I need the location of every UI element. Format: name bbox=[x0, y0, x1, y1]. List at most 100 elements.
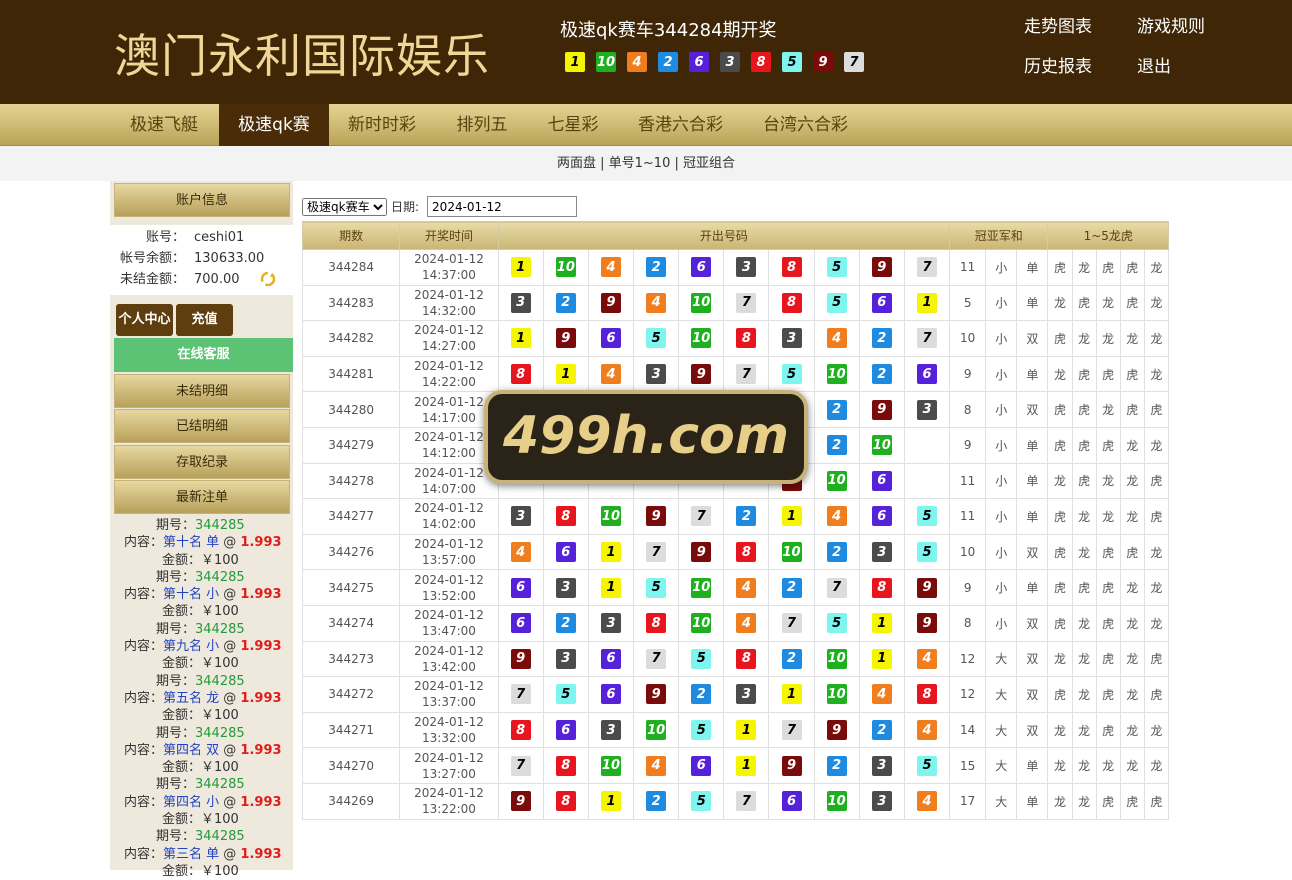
dragon-tiger-cell: 龙 bbox=[1095, 284, 1121, 322]
parity-cell: 双 bbox=[1016, 711, 1049, 749]
nav-tab-jisu-feiting[interactable]: 极速飞艇 bbox=[113, 104, 215, 146]
bet-amount-label: 金额： bbox=[162, 656, 202, 672]
number-ball: 10 bbox=[600, 755, 621, 776]
number-ball: 5 bbox=[646, 577, 667, 598]
dragon-tiger-cell: 虎 bbox=[1071, 426, 1097, 464]
number-ball: 6 bbox=[600, 328, 621, 349]
number-ball: 5 bbox=[691, 791, 712, 812]
logout-link[interactable]: 退出 bbox=[1137, 52, 1171, 77]
draw-time: 2024-01-12 13:47:00 bbox=[400, 607, 497, 639]
ball-cell: 3 bbox=[633, 355, 680, 393]
draw-time: 2024-01-12 14:32:00 bbox=[400, 287, 497, 319]
ball-cell: 2 bbox=[813, 391, 860, 428]
number-ball: 5 bbox=[782, 52, 802, 72]
dragon-tiger-cell: 虎 bbox=[1047, 426, 1073, 464]
number-ball: 1 bbox=[510, 328, 531, 349]
period-cell: 344271 bbox=[301, 711, 401, 749]
number-ball: 3 bbox=[555, 648, 576, 669]
recharge-button[interactable]: 充值 bbox=[176, 304, 233, 336]
ball-cell: 10 bbox=[678, 284, 725, 322]
sum-cell: 11 bbox=[949, 498, 987, 535]
ball-cell: 7 bbox=[633, 640, 680, 678]
settled-detail-button[interactable]: 已结明细 bbox=[114, 409, 290, 443]
number-ball: 2 bbox=[781, 648, 802, 669]
game-rules-link[interactable]: 游戏规则 bbox=[1137, 12, 1205, 37]
ball-cell: 4 bbox=[813, 498, 860, 535]
ball-cell: 8 bbox=[768, 284, 815, 322]
number-ball: 3 bbox=[871, 755, 892, 776]
nav-tab-jisu-qk[interactable]: 极速qk赛 bbox=[219, 104, 329, 146]
nav-tab-hk-liuhecai[interactable]: 香港六合彩 bbox=[623, 104, 738, 146]
size-cell: 大 bbox=[985, 711, 1018, 749]
size-cell: 小 bbox=[985, 249, 1018, 286]
bet-amount: ￥100 bbox=[201, 708, 239, 724]
ball-cell: 10 bbox=[587, 498, 635, 535]
bet-content-line: 内容：第四名 小 @ 1.993 bbox=[124, 794, 282, 810]
draw-clock: 13:52:00 bbox=[422, 588, 476, 603]
draw-date: 2024-01-12 bbox=[414, 786, 484, 801]
number-ball: 9 bbox=[555, 328, 576, 349]
bet-odds: 1.993 bbox=[240, 535, 282, 551]
bet-amount: ￥100 bbox=[201, 604, 239, 620]
unsettled-detail-button[interactable]: 未结明细 bbox=[114, 374, 290, 408]
ball-cell: 7 bbox=[497, 676, 544, 713]
number-ball: 10 bbox=[555, 257, 576, 278]
unsettled-value: 700.00 bbox=[194, 272, 240, 287]
sum-cell: 8 bbox=[949, 391, 987, 428]
number-ball: 7 bbox=[736, 292, 757, 313]
bet-amount-line: 金额：￥100 bbox=[110, 603, 293, 620]
ball-cell: 8 bbox=[723, 320, 770, 357]
number-ball: 2 bbox=[646, 257, 667, 278]
game-select[interactable]: 极速qk赛车 bbox=[302, 197, 387, 216]
refresh-icon[interactable] bbox=[260, 271, 276, 287]
table-row: 344283 2024-01-12 14:32:00 3 2 9 4 10 7 8 5 6 1 5 小单龙虎… bbox=[301, 284, 1170, 322]
parity-cell: 双 bbox=[1016, 640, 1049, 678]
draw-date: 2024-01-12 bbox=[414, 323, 484, 338]
history-report-link[interactable]: 历史报表 bbox=[1024, 52, 1092, 77]
number-ball: 1 bbox=[781, 506, 802, 527]
ball-cell: 8 bbox=[723, 533, 770, 571]
ball-cell: 7 bbox=[723, 284, 770, 322]
ball-cell: 5 bbox=[903, 533, 951, 571]
number-ball: 9 bbox=[917, 613, 938, 634]
nav-tab-qixingcai[interactable]: 七星彩 bbox=[533, 104, 613, 146]
number-ball: 6 bbox=[871, 292, 892, 313]
ball-cell: 1 bbox=[768, 676, 815, 713]
ball-cell: 1 bbox=[542, 355, 589, 393]
date-input[interactable] bbox=[427, 196, 578, 217]
parity-cell: 双 bbox=[1016, 320, 1049, 357]
draw-date: 2024-01-12 bbox=[414, 252, 484, 267]
online-service-button[interactable]: 在线客服 bbox=[114, 338, 293, 372]
bet-odds: 1.993 bbox=[240, 846, 282, 862]
bet-period-line: 期号：344285 bbox=[110, 828, 293, 845]
dragon-tiger-cell: 龙 bbox=[1119, 320, 1145, 357]
ball-cell: 5 bbox=[903, 747, 951, 784]
parity-cell: 双 bbox=[1016, 533, 1049, 571]
ball-cell: 10 bbox=[813, 676, 860, 713]
number-ball: 4 bbox=[646, 755, 667, 776]
ball-cell: 2 bbox=[723, 498, 770, 535]
dragon-tiger-cell: 虎 bbox=[1095, 676, 1121, 713]
ball-cell: 8 bbox=[858, 569, 905, 606]
personal-center-button[interactable]: 个人中心 bbox=[116, 304, 173, 336]
dragon-tiger-cell: 虎 bbox=[1071, 284, 1097, 322]
ball-cell: 10 bbox=[587, 747, 635, 784]
ball-cell: 5 bbox=[678, 782, 725, 820]
results-body: 344284 2024-01-12 14:37:00 1 10 4 2 6 3 8 5 9 7 11 小单虎… bbox=[301, 249, 1170, 820]
ball-cell bbox=[903, 426, 951, 464]
number-ball: 9 bbox=[600, 292, 621, 313]
number-ball: 6 bbox=[600, 648, 621, 669]
table-row: 344269 2024-01-12 13:22:00 9 8 1 2 5 7 6 10 3 4 17 大单龙… bbox=[301, 782, 1170, 820]
bet-period-label: 期号： bbox=[156, 725, 196, 741]
number-ball: 2 bbox=[555, 613, 576, 634]
nav-tab-tw-liuhecai[interactable]: 台湾六合彩 bbox=[748, 104, 863, 146]
sub-nav[interactable]: 两面盘 | 单号1~10 | 冠亚组合 bbox=[0, 146, 1292, 181]
trend-chart-link[interactable]: 走势图表 bbox=[1024, 12, 1092, 37]
ball-cell: 5 bbox=[678, 711, 725, 749]
bet-content-label: 内容： bbox=[124, 794, 164, 810]
number-ball: 5 bbox=[917, 542, 938, 563]
nav-tab-xin-shishicai[interactable]: 新时时彩 bbox=[333, 104, 431, 146]
nav-tab-pailie-wu[interactable]: 排列五 bbox=[441, 104, 523, 146]
deposit-records-button[interactable]: 存取纪录 bbox=[114, 445, 290, 479]
draw-date: 2024-01-12 bbox=[414, 501, 484, 516]
